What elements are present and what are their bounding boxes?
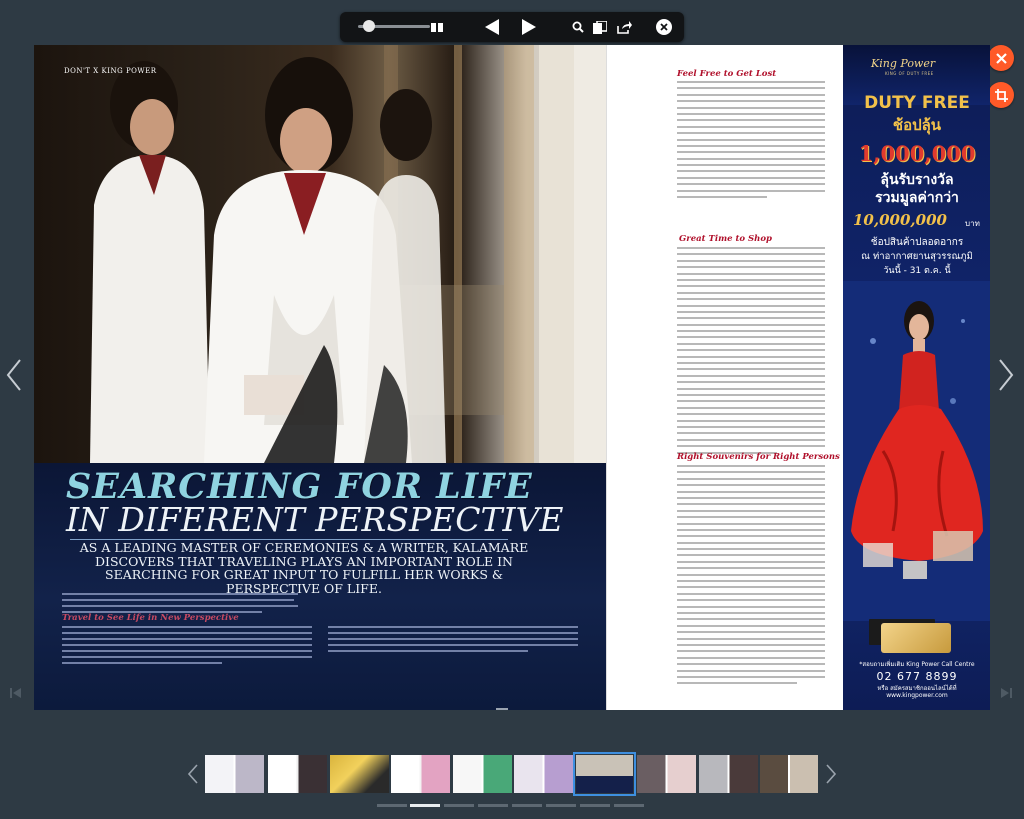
thumbnail-page[interactable]	[391, 755, 450, 793]
cover-photo: DON'T X KING POWER	[34, 45, 606, 463]
right-page: Feel Free to Get Lost Great Time to Shop…	[606, 45, 990, 710]
ad-line-2: รวมมูลค่ากว่า	[875, 190, 959, 206]
king-power-ad: King Power KING OF DUTY FREE DUTY FREE ช…	[843, 45, 990, 710]
ad-title: DUTY FREE	[864, 93, 970, 113]
crop-button[interactable]	[988, 82, 1014, 108]
thumbnail-page[interactable]	[699, 755, 758, 793]
ad-call-center-label: *สอบถามเพิ่มเติม King Power Call Centre	[859, 661, 975, 668]
close-page-button[interactable]	[988, 45, 1014, 71]
page-indicator[interactable]	[377, 804, 407, 807]
ad-prize-total: 1,000,000	[858, 141, 976, 166]
share-icon[interactable]	[616, 19, 632, 35]
heading-shop: Great Time to Shop	[679, 234, 772, 244]
thumbnail-page[interactable]	[330, 755, 389, 793]
thumbnail-page[interactable]	[453, 755, 512, 793]
body-shop	[677, 247, 825, 458]
ad-amount-unit: บาท	[965, 219, 980, 228]
ad-model-image	[843, 281, 990, 621]
ad-amount: 10,000,000	[853, 211, 947, 229]
thumb-prev-icon[interactable]	[187, 764, 198, 788]
article-column: Feel Free to Get Lost Great Time to Shop…	[606, 45, 844, 710]
last-page-icon[interactable]	[1000, 684, 1012, 703]
thumbnail-page[interactable]	[514, 755, 573, 793]
body-column-2	[328, 626, 578, 656]
thumbnail-page[interactable]	[637, 755, 696, 793]
thumb-next-icon[interactable]	[826, 764, 837, 788]
close-icon[interactable]	[656, 19, 672, 35]
next-arrow-icon[interactable]	[521, 18, 537, 36]
ad-title-th: ช้อปลุ้น	[892, 116, 942, 134]
body-souvenirs	[677, 465, 825, 689]
page-prev-side-icon[interactable]	[6, 358, 22, 401]
page-indicator[interactable]	[546, 804, 576, 807]
ad-date: วันนี้ - 31 ต.ค. นี้	[883, 266, 951, 276]
magazine-spread: DON'T X KING POWER SEARCHING FOR LIFE IN…	[34, 45, 990, 710]
body-column-1	[62, 626, 312, 668]
thumbnail-page-active[interactable]	[573, 752, 636, 796]
left-page: DON'T X KING POWER SEARCHING FOR LIFE IN…	[34, 45, 606, 710]
prev-arrow-icon[interactable]	[484, 18, 500, 36]
page-indicator[interactable]	[512, 804, 542, 807]
ad-venue-2: ณ ท่าอากาศยานสุวรรณภูมิ	[861, 251, 973, 262]
thumbnail-page[interactable]	[268, 755, 327, 793]
body-feel-free	[677, 81, 825, 202]
ad-venue: ช้อปสินค้าปลอดอากร	[870, 237, 964, 248]
viewer-toolbar	[340, 12, 684, 42]
ad-website: หรือ สมัครสมาชิกออนไลน์ได้ที่ www.kingpo…	[877, 685, 957, 699]
first-page-icon[interactable]	[10, 684, 22, 703]
thumbnail-page[interactable]	[760, 755, 818, 793]
heading-souvenirs: Right Souvenirs for Right Persons	[677, 452, 840, 462]
page-indicator[interactable]	[444, 804, 474, 807]
page-indicator[interactable]	[614, 804, 644, 807]
zoom-slider-thumb[interactable]	[363, 20, 375, 32]
deck-text: AS A LEADING MASTER OF CEREMONIES & A WR…	[79, 540, 529, 596]
close-x-icon	[995, 52, 1007, 64]
page-indicator[interactable]	[478, 804, 508, 807]
ad-card-image	[881, 623, 951, 653]
thumbnail-page[interactable]	[205, 755, 264, 793]
page-indicator-active[interactable]	[410, 804, 440, 807]
crop-icon	[994, 88, 1008, 102]
page-indicator[interactable]	[580, 804, 610, 807]
subhead-travel: Travel to See Life in New Perspective	[62, 613, 239, 623]
ad-brand: King Power	[871, 57, 936, 70]
search-icon[interactable]	[571, 20, 585, 34]
page-next-side-icon[interactable]	[998, 358, 1014, 401]
ad-brand-tag: KING OF DUTY FREE	[885, 71, 934, 76]
running-head: DON'T X KING POWER	[64, 67, 157, 75]
spread-view-icon[interactable]	[430, 20, 444, 34]
ad-phone: 02 677 8899	[876, 670, 958, 683]
bookmark-icon[interactable]	[592, 19, 608, 35]
headline-line-2: IN DIFERENT PERSPECTIVE	[66, 500, 564, 539]
spread-gutter-marker	[496, 708, 508, 710]
headline-panel: SEARCHING FOR LIFE IN DIFERENT PERSPECTI…	[34, 463, 606, 710]
heading-feel-free: Feel Free to Get Lost	[677, 69, 777, 79]
